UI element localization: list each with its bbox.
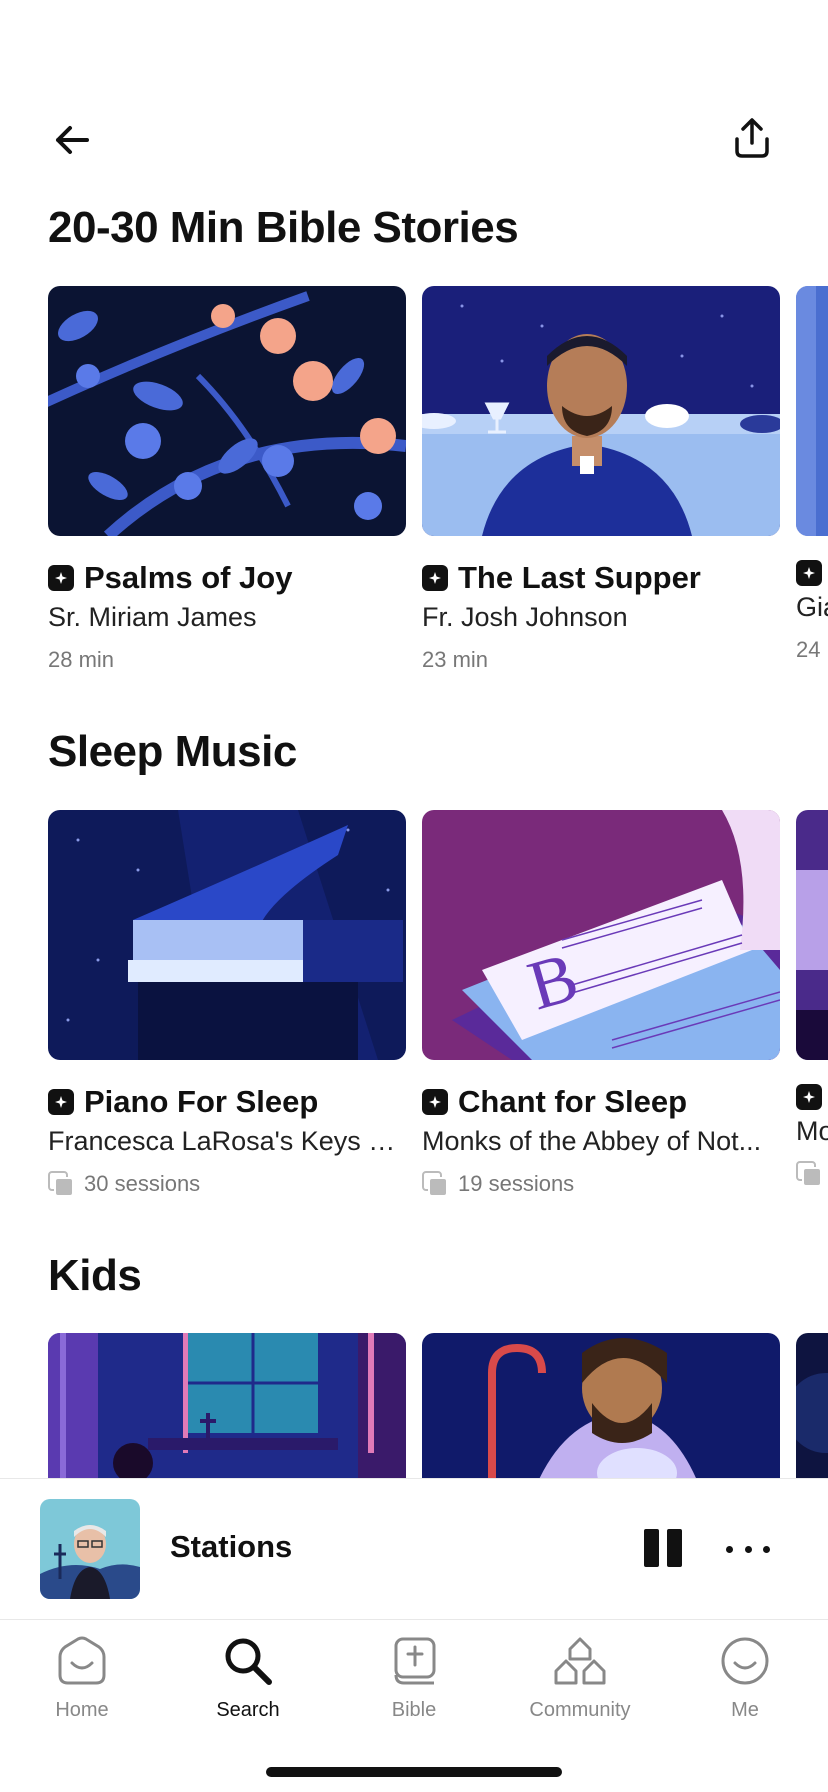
search-icon	[220, 1633, 276, 1689]
card-partial[interactable]: Mo	[796, 810, 828, 1187]
bible-icon	[386, 1633, 442, 1689]
top-bar	[0, 112, 828, 168]
card-title-text: Psalms of Joy	[84, 560, 293, 595]
arrow-left-icon	[56, 126, 89, 154]
card-title-text: Chant for Sleep	[458, 1084, 688, 1119]
tab-label: Home	[55, 1699, 109, 1721]
sessions-icon	[48, 1171, 74, 1197]
card-title	[796, 1084, 828, 1110]
back-button[interactable]	[48, 118, 96, 162]
tab-bible[interactable]: Bible	[339, 1633, 489, 1733]
home-icon	[54, 1633, 110, 1689]
mini-player-title: Stations	[170, 1529, 293, 1564]
tab-search[interactable]: Search	[173, 1633, 323, 1733]
card-kids-1[interactable]	[48, 1333, 406, 1478]
card-sessions: 19 sessions	[422, 1171, 780, 1197]
card-title-text: The Last Supper	[458, 560, 701, 595]
sessions-icon	[796, 1161, 822, 1187]
card-artwork	[48, 810, 406, 1060]
card-kids-2[interactable]	[422, 1333, 780, 1478]
sessions-count: 19 sessions	[458, 1171, 575, 1196]
community-icon	[552, 1633, 608, 1689]
tab-label: Me	[731, 1699, 759, 1721]
mini-player[interactable]: Stations	[0, 1478, 828, 1620]
card-piano-for-sleep[interactable]: Piano For Sleep Francesca LaRosa's Keys …	[48, 810, 406, 1197]
tab-label: Bible	[391, 1699, 437, 1721]
card-author: Fr. Josh Johnson	[422, 602, 628, 632]
card-artwork	[48, 1333, 406, 1478]
card-duration: 24	[796, 637, 821, 662]
card-the-last-supper[interactable]: The Last Supper Fr. Josh Johnson 23 min	[422, 286, 780, 673]
card-author: Mo	[796, 1116, 828, 1146]
card-author: Gia	[796, 592, 828, 622]
plus-badge-icon	[422, 1089, 448, 1115]
tab-label: Community	[529, 1699, 631, 1721]
card-psalms-of-joy[interactable]: Psalms of Joy Sr. Miriam James 28 min	[48, 286, 406, 673]
smiley-icon	[717, 1633, 773, 1689]
plus-badge-icon	[796, 560, 822, 586]
home-indicator[interactable]	[266, 1767, 562, 1777]
sessions-icon	[422, 1171, 448, 1197]
pause-icon[interactable]	[640, 1525, 686, 1571]
card-author: Sr. Miriam James	[48, 602, 257, 632]
card-title-text: Piano For Sleep	[84, 1084, 319, 1119]
plus-badge-icon	[48, 565, 74, 591]
card-partial[interactable]: Gia 24	[796, 286, 828, 663]
card-artwork	[796, 810, 828, 1060]
plus-badge-icon	[796, 1084, 822, 1110]
card-sessions	[796, 1161, 828, 1187]
sessions-count: 30 sessions	[84, 1171, 201, 1196]
plus-badge-icon	[422, 565, 448, 591]
card-title: Chant for Sleep	[422, 1084, 780, 1120]
bible-stories-row[interactable]: Psalms of Joy Sr. Miriam James 28 min Th…	[48, 286, 828, 706]
card-artwork	[422, 286, 780, 536]
plus-badge-icon	[48, 1089, 74, 1115]
more-dots-icon[interactable]	[726, 1529, 770, 1569]
share-upload-icon	[735, 118, 769, 158]
mini-player-artwork	[40, 1499, 140, 1599]
share-button[interactable]	[726, 112, 778, 164]
section-title: Sleep Music	[48, 727, 297, 776]
sleep-music-row[interactable]: Piano For Sleep Francesca LaRosa's Keys …	[48, 810, 828, 1230]
tab-label: Search	[216, 1699, 280, 1721]
tab-me[interactable]: Me	[670, 1633, 820, 1733]
card-author: Francesca LaRosa's Keys of...	[48, 1126, 406, 1156]
tab-community[interactable]: Community	[505, 1633, 655, 1733]
card-artwork: B	[422, 810, 780, 1060]
card-kids-3[interactable]	[796, 1333, 828, 1478]
card-artwork	[422, 1333, 780, 1478]
card-duration: 28 min	[48, 647, 115, 672]
section-title: Kids	[48, 1251, 142, 1300]
card-artwork	[796, 286, 828, 536]
card-title: Psalms of Joy	[48, 560, 406, 596]
kids-row[interactable]	[48, 1333, 828, 1478]
card-title	[796, 560, 828, 586]
section-title: 20-30 Min Bible Stories	[48, 203, 519, 252]
card-author: Monks of the Abbey of Not...	[422, 1126, 762, 1156]
card-title: The Last Supper	[422, 560, 780, 596]
card-duration: 23 min	[422, 647, 489, 672]
tab-home[interactable]: Home	[7, 1633, 157, 1733]
card-artwork	[796, 1333, 828, 1478]
card-artwork	[48, 286, 406, 536]
card-sessions: 30 sessions	[48, 1171, 406, 1197]
card-chant-for-sleep[interactable]: B Chant for Sleep Monks of the Abbey of …	[422, 810, 780, 1197]
card-title: Piano For Sleep	[48, 1084, 406, 1120]
